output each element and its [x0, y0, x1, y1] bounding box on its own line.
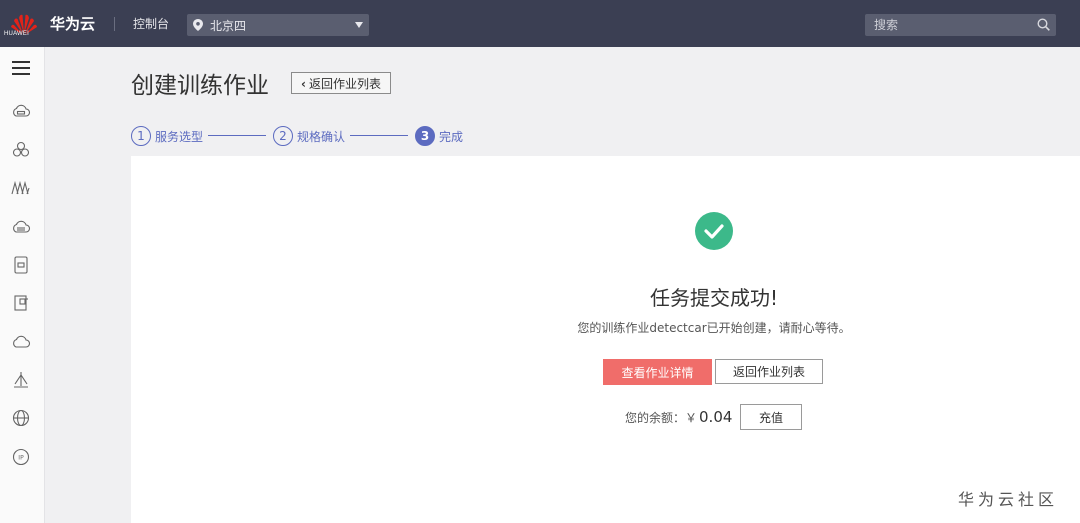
search-input[interactable]: [865, 14, 1039, 36]
balance-label: 您的余额：￥: [625, 411, 698, 425]
region-select[interactable]: 北京四: [187, 14, 369, 36]
svg-text:IP: IP: [18, 455, 24, 462]
success-title: 任务提交成功!: [649, 286, 779, 310]
step-label: 服务选型: [155, 130, 204, 144]
cloud-storage-icon[interactable]: [11, 217, 31, 237]
logo-text: HUAWEI: [4, 31, 29, 37]
location-pin-icon: [193, 19, 203, 31]
ip-icon[interactable]: IP: [11, 447, 31, 467]
security-icon[interactable]: [11, 370, 31, 390]
search-icon[interactable]: [1037, 18, 1050, 31]
console-link[interactable]: 控制台: [133, 15, 169, 32]
page-title: 创建训练作业: [131, 73, 269, 99]
step-number: 1: [131, 126, 151, 146]
cloud-server-icon[interactable]: [11, 102, 31, 122]
globe-icon[interactable]: [11, 408, 31, 428]
back-to-list-button[interactable]: ‹ 返回作业列表: [291, 72, 391, 94]
recharge-button[interactable]: 充值: [740, 404, 802, 430]
chevron-left-icon: ‹: [301, 76, 306, 91]
view-job-details-button[interactable]: 查看作业详情: [603, 359, 712, 385]
return-job-list-button[interactable]: 返回作业列表: [715, 359, 823, 384]
step-number: 3: [415, 126, 435, 146]
database-icon[interactable]: [11, 255, 31, 275]
cloud-icon[interactable]: [11, 332, 31, 352]
success-check-icon: [695, 212, 733, 250]
watermark: 华为云社区: [958, 490, 1059, 509]
result-panel: 任务提交成功! 您的训练作业detectcar已开始创建，请耐心等待。 查看作业…: [131, 156, 1080, 523]
search-box[interactable]: [865, 14, 1056, 36]
container-icon[interactable]: [11, 293, 31, 313]
step-label: 规格确认: [297, 130, 346, 144]
cloud-cluster-icon[interactable]: [11, 140, 31, 160]
region-label: 北京四: [210, 19, 247, 33]
menu-icon[interactable]: [12, 61, 30, 76]
divider: [114, 17, 115, 31]
balance-amount: 0.04: [699, 408, 733, 426]
brand-name[interactable]: 华为云: [50, 13, 95, 34]
sidebar: IP: [0, 47, 45, 523]
success-message: 您的训练作业detectcar已开始创建，请耐心等待。: [577, 321, 851, 335]
back-button-label: 返回作业列表: [308, 76, 381, 91]
top-bar: HUAWEI 华为云 控制台 北京四: [0, 0, 1080, 47]
step-label: 完成: [439, 130, 464, 144]
chevron-down-icon: [355, 22, 363, 28]
step-connector: [350, 135, 408, 136]
step-connector: [208, 135, 266, 136]
balance: 您的余额：￥ 0.04: [625, 408, 732, 426]
step-number: 2: [273, 126, 293, 146]
network-icon[interactable]: [11, 178, 31, 198]
